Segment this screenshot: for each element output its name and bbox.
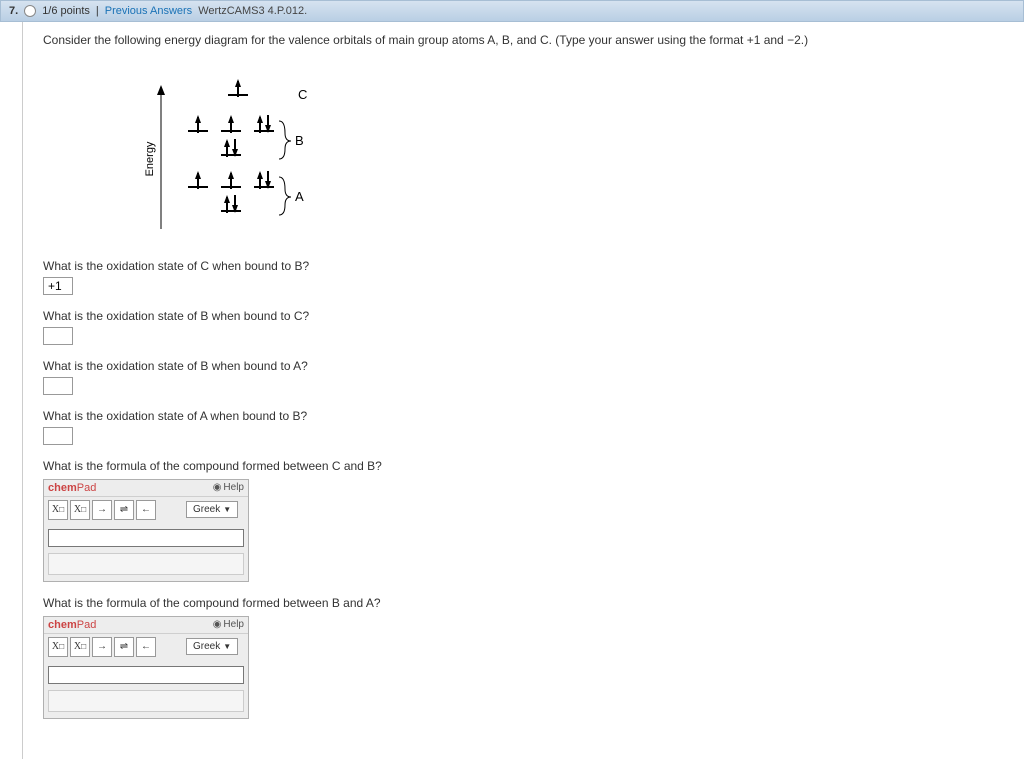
- chempad-toolbar: X□ X□ → ⇌ ← Greek▼: [44, 497, 248, 523]
- answer-input-1[interactable]: [43, 277, 73, 295]
- source-label: WertzCAMS3 4.P.012.: [198, 5, 307, 17]
- chempad-widget: chemPad ◉Help X□ X□ → ⇌ ← Greek▼: [43, 616, 249, 719]
- question-text: What is the oxidation state of A when bo…: [43, 409, 1024, 423]
- status-icon: [24, 5, 36, 17]
- question-text: What is the oxidation state of B when bo…: [43, 359, 1024, 373]
- question-header: 7. 1/6 points | Previous Answers WertzCA…: [0, 0, 1024, 22]
- orbital-b-upper: [188, 115, 274, 133]
- question-text: What is the formula of the compound form…: [43, 459, 1024, 473]
- answer-input-3[interactable]: [43, 377, 73, 395]
- greek-dropdown[interactable]: Greek▼: [186, 638, 238, 655]
- atom-label-b: B: [295, 133, 304, 148]
- question-3: What is the oxidation state of B when bo…: [43, 359, 1024, 395]
- content-area: Consider the following energy diagram fo…: [22, 22, 1024, 759]
- chempad-header: chemPad ◉Help: [44, 617, 248, 634]
- energy-diagram: Energy C: [143, 59, 1024, 239]
- chempad-help-link[interactable]: ◉Help: [213, 482, 244, 493]
- points-label: 1/6 points: [42, 5, 90, 17]
- chempad-header: chemPad ◉Help: [44, 480, 248, 497]
- superscript-button[interactable]: X□: [70, 637, 90, 657]
- orbital-b-lower: [221, 139, 241, 157]
- question-4: What is the oxidation state of A when bo…: [43, 409, 1024, 445]
- arrow-right-button[interactable]: →: [92, 637, 112, 657]
- atom-label-c: C: [298, 87, 307, 102]
- chempad-toolbar: X□ X□ → ⇌ ← Greek▼: [44, 634, 248, 660]
- chempad-display: [48, 553, 244, 575]
- chempad-question-2: What is the formula of the compound form…: [43, 596, 1024, 719]
- chempad-title: chemPad: [48, 482, 96, 494]
- orbital-a-lower: [221, 195, 241, 213]
- prompt-text: Consider the following energy diagram fo…: [43, 32, 1024, 49]
- question-number: 7.: [9, 5, 18, 17]
- chempad-question-1: What is the formula of the compound form…: [43, 459, 1024, 582]
- equilibrium-button[interactable]: ⇌: [114, 637, 134, 657]
- chempad-title: chemPad: [48, 619, 96, 631]
- arrow-right-button[interactable]: →: [92, 500, 112, 520]
- orbital-c: C: [228, 79, 307, 102]
- chempad-input[interactable]: [48, 529, 244, 547]
- subscript-button[interactable]: X□: [48, 637, 68, 657]
- subscript-button[interactable]: X□: [48, 500, 68, 520]
- equilibrium-button[interactable]: ⇌: [114, 500, 134, 520]
- greek-dropdown[interactable]: Greek▼: [186, 501, 238, 518]
- previous-answers-link[interactable]: Previous Answers: [105, 5, 192, 17]
- question-2: What is the oxidation state of B when bo…: [43, 309, 1024, 345]
- energy-axis-label: Energy: [144, 141, 156, 176]
- answer-input-2[interactable]: [43, 327, 73, 345]
- answer-input-4[interactable]: [43, 427, 73, 445]
- question-text: What is the oxidation state of C when bo…: [43, 259, 1024, 273]
- arrow-left-button[interactable]: ←: [136, 500, 156, 520]
- chempad-widget: chemPad ◉Help X□ X□ → ⇌ ← Greek▼: [43, 479, 249, 582]
- separator: |: [96, 5, 99, 17]
- orbital-a-upper: [188, 171, 274, 189]
- chempad-display: [48, 690, 244, 712]
- question-text: What is the formula of the compound form…: [43, 596, 1024, 610]
- chempad-help-link[interactable]: ◉Help: [213, 619, 244, 630]
- question-1: What is the oxidation state of C when bo…: [43, 259, 1024, 295]
- chempad-input[interactable]: [48, 666, 244, 684]
- superscript-button[interactable]: X□: [70, 500, 90, 520]
- question-text: What is the oxidation state of B when bo…: [43, 309, 1024, 323]
- arrow-left-button[interactable]: ←: [136, 637, 156, 657]
- atom-label-a: A: [295, 189, 304, 204]
